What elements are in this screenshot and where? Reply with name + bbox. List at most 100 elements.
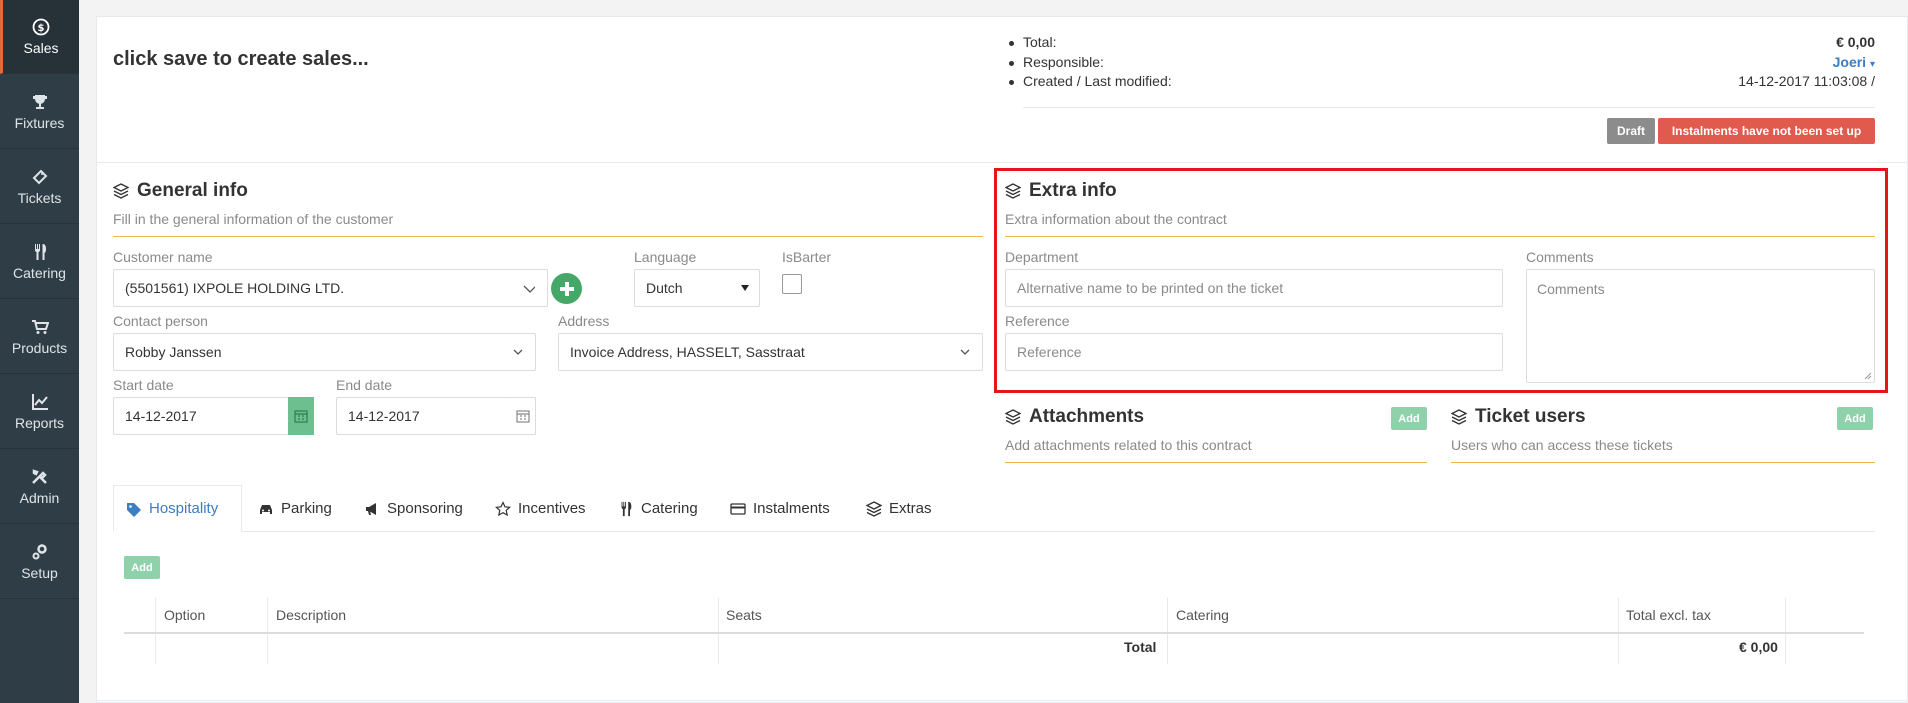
sidebar-item-catering[interactable]: Catering [0,225,79,299]
tab-instalments[interactable]: Instalments [718,485,842,532]
layers-icon [1005,409,1021,425]
tab-catering[interactable]: Catering [606,485,710,532]
column-header-option: Option [164,607,206,623]
sidebar-item-admin[interactable]: Admin [0,450,79,524]
comments-label: Comments [1526,249,1594,265]
sidebar-item-sales[interactable]: $ Sales [0,0,79,74]
divider [97,162,1907,163]
reference-input[interactable]: Reference [1005,333,1503,371]
star-icon [495,500,511,516]
summary-created: Created / Last modified: 14-12-2017 11:0… [1005,73,1875,93]
plus-icon [559,281,574,296]
add-hospitality-button[interactable]: Add [124,556,160,579]
cart-icon [31,319,49,334]
sidebar-item-label: Reports [14,414,65,431]
layers-icon [866,500,882,517]
add-attachment-button[interactable]: Add [1391,407,1427,430]
instalments-warning-badge: Instalments have not been set up [1658,118,1875,144]
sidebar-item-products[interactable]: Products [0,300,79,374]
extra-info-heading: Extra info [1005,180,1117,202]
contact-person-select[interactable]: Robby Janssen [113,333,536,371]
end-date-label: End date [336,377,393,393]
chevron-down-icon [523,285,535,293]
start-date-calendar-button[interactable] [288,397,314,435]
ticket-users-heading: Ticket users [1451,406,1586,428]
address-label: Address [558,313,610,329]
total-value: € 0,00 [1836,34,1875,50]
column-divider [267,598,268,664]
column-header-total-excl-tax: Total excl. tax [1626,607,1711,623]
responsible-dropdown[interactable]: Joeri ▾ [1833,54,1875,70]
customer-name-select[interactable]: (5501561) IXPOLE HOLDING LTD. [113,269,548,307]
tools-icon [31,468,47,484]
attachments-heading: Attachments [1005,406,1144,428]
tab-incentives[interactable]: Incentives [483,485,598,532]
sidebar-item-fixtures[interactable]: Fixtures [0,75,79,149]
end-date-input[interactable]: 14-12-2017 [336,397,511,435]
sidebar-item-label: Tickets [17,189,62,206]
created-value: 14-12-2017 11:03:08 / [1738,73,1875,89]
address-select[interactable]: Invoice Address, HASSELT, Sasstraat [558,333,983,371]
department-input[interactable]: Alternative name to be printed on the ti… [1005,269,1503,307]
cutlery-icon [621,501,632,516]
divider [1023,107,1875,108]
caret-down-icon [741,285,749,291]
isbarter-checkbox[interactable] [782,274,802,294]
comments-textarea[interactable]: Comments [1526,269,1875,383]
sidebar-item-setup[interactable]: Setup [0,525,79,599]
summary-total: Total: € 0,00 [1005,34,1875,54]
contact-person-label: Contact person [113,313,208,329]
language-label: Language [634,249,697,265]
tab-sponsoring[interactable]: Sponsoring [352,485,475,532]
add-customer-button[interactable] [551,273,582,304]
dollar-icon: $ [32,18,50,35]
start-date-label: Start date [113,377,174,393]
sidebar-item-tickets[interactable]: Tickets [0,150,79,224]
car-icon [260,504,272,514]
language-select[interactable]: Dutch [634,269,760,307]
column-header-seats: Seats [726,607,762,623]
tab-hospitality[interactable]: Hospitality [113,485,242,532]
general-info-subtitle: Fill in the general information of the c… [113,211,394,227]
start-date-input[interactable]: 14-12-2017 [113,397,289,435]
chevron-down-icon [513,349,523,355]
layers-icon [113,183,129,199]
add-ticket-user-button[interactable]: Add [1837,407,1873,430]
credit-card-icon [730,502,746,515]
sidebar-item-label: Fixtures [14,114,65,131]
extra-info-subtitle: Extra information about the contract [1005,211,1227,227]
calendar-icon [515,410,530,423]
sidebar-item-label: Products [11,339,68,356]
svg-text:$: $ [38,23,45,34]
section-underline [1005,236,1875,237]
tab-extras[interactable]: Extras [854,485,944,532]
layers-icon [1005,183,1021,199]
tag-icon [127,502,141,517]
section-underline [113,236,983,237]
tab-parking[interactable]: Parking [246,485,344,532]
isbarter-label: IsBarter [782,249,832,265]
cutlery-icon [34,243,46,260]
draft-badge: Draft [1607,118,1655,144]
column-divider [155,598,156,664]
resize-handle-icon[interactable] [1864,372,1872,380]
calendar-icon [293,410,308,423]
page-title: click save to create sales... [113,48,369,70]
reference-label: Reference [1005,313,1070,329]
chart-icon [31,393,48,410]
layers-icon [1451,409,1467,425]
panel-bottom-border [96,700,1908,701]
table-header-divider [124,632,1864,634]
section-underline [1005,462,1427,463]
bullhorn-icon [366,502,376,515]
department-label: Department [1005,249,1079,265]
section-underline [1451,462,1875,463]
sidebar: $ Sales Fixtures Tickets Catering Produc… [0,0,79,703]
sidebar-item-label: Sales [23,39,59,56]
sidebar-item-label: Admin [19,489,60,506]
sidebar-item-reports[interactable]: Reports [0,375,79,449]
chevron-down-icon [960,349,970,355]
end-date-calendar-button[interactable] [510,397,536,435]
trophy-icon [32,94,47,109]
table-total-label: Total [1124,639,1157,655]
